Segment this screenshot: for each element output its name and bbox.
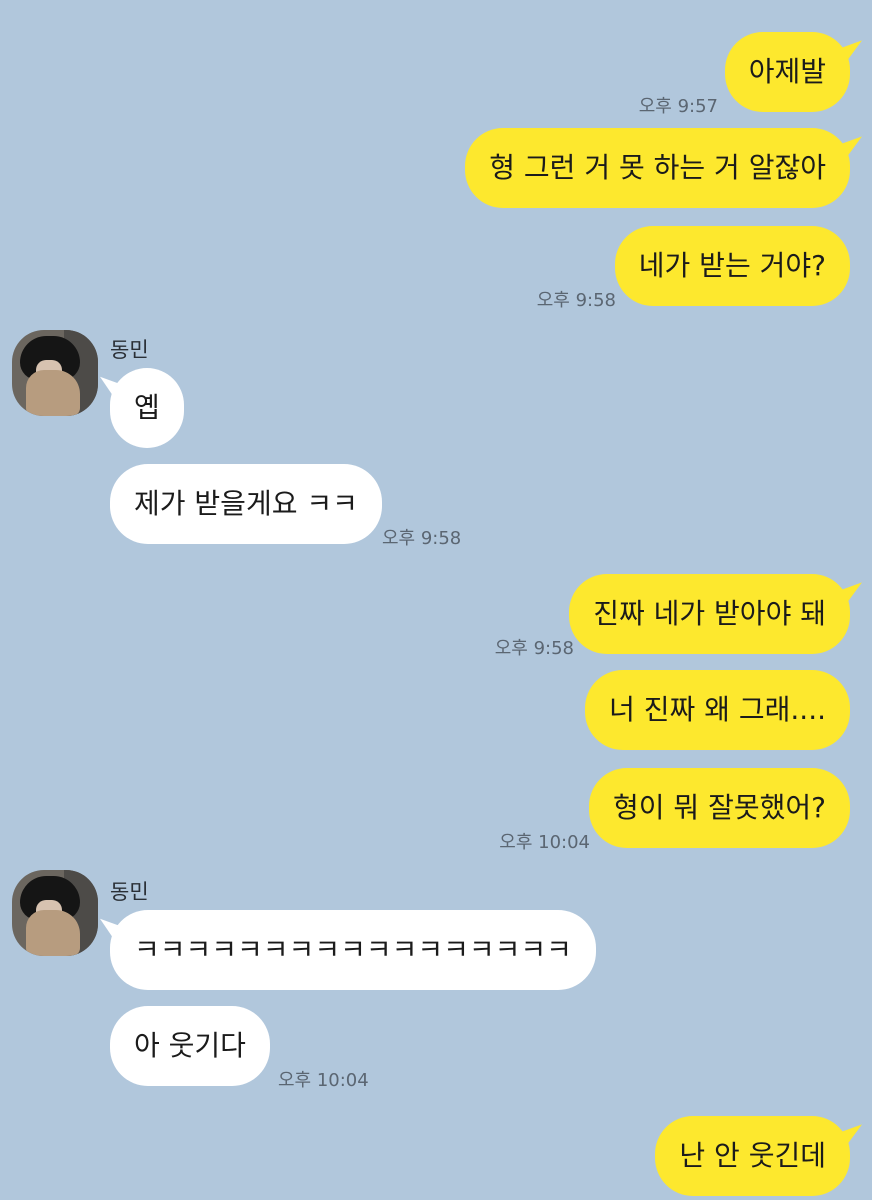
message-text: 네가 받는 거야?	[638, 249, 826, 282]
their-message-bubble[interactable]: ㅋㅋㅋㅋㅋㅋㅋㅋㅋㅋㅋㅋㅋㅋㅋㅋㅋ	[110, 910, 596, 990]
message-text: 제가 받을게요 ㅋㅋ	[134, 487, 358, 520]
my-message-bubble[interactable]: 너 진짜 왜 그래....	[585, 670, 850, 750]
message-text: 난 안 웃긴데	[679, 1139, 826, 1172]
timestamp: 오후 9:58	[382, 528, 462, 549]
timestamp: 오후 9:58	[536, 290, 616, 311]
their-message-bubble[interactable]: 옙	[110, 368, 184, 448]
timestamp: 오후 10:04	[499, 832, 590, 853]
message-text: 너 진짜 왜 그래....	[609, 693, 826, 726]
my-message-bubble[interactable]: 난 안 웃긴데	[655, 1116, 850, 1196]
my-message-bubble[interactable]: 진짜 네가 받아야 돼	[569, 574, 850, 654]
message-text: 옙	[134, 391, 160, 424]
timestamp: 오후 9:58	[494, 638, 574, 659]
message-text: ㅋㅋㅋㅋㅋㅋㅋㅋㅋㅋㅋㅋㅋㅋㅋㅋㅋ	[134, 933, 572, 966]
my-message-bubble[interactable]: 아제발	[724, 32, 850, 112]
their-message-bubble[interactable]: 아 웃기다	[110, 1006, 270, 1086]
message-text: 진짜 네가 받아야 돼	[593, 597, 826, 630]
message-text: 아 웃기다	[134, 1029, 246, 1062]
contact-avatar[interactable]	[12, 870, 98, 956]
my-message-bubble[interactable]: 형이 뭐 잘못했어?	[589, 768, 850, 848]
my-message-bubble[interactable]: 형 그런 거 못 하는 거 알잖아	[465, 128, 850, 208]
contact-name: 동민	[110, 338, 149, 362]
their-message-bubble[interactable]: 제가 받을게요 ㅋㅋ	[110, 464, 382, 544]
timestamp: 오후 9:57	[638, 96, 718, 117]
message-text: 아제발	[748, 55, 826, 88]
message-text: 형 그런 거 못 하는 거 알잖아	[489, 151, 826, 184]
avatar-hand	[26, 910, 80, 956]
my-message-bubble[interactable]: 네가 받는 거야?	[614, 226, 850, 306]
message-text: 형이 뭐 잘못했어?	[613, 791, 826, 824]
avatar-hand	[26, 370, 80, 416]
contact-avatar[interactable]	[12, 330, 98, 416]
timestamp: 오후 10:04	[278, 1070, 369, 1091]
contact-name: 동민	[110, 880, 149, 904]
